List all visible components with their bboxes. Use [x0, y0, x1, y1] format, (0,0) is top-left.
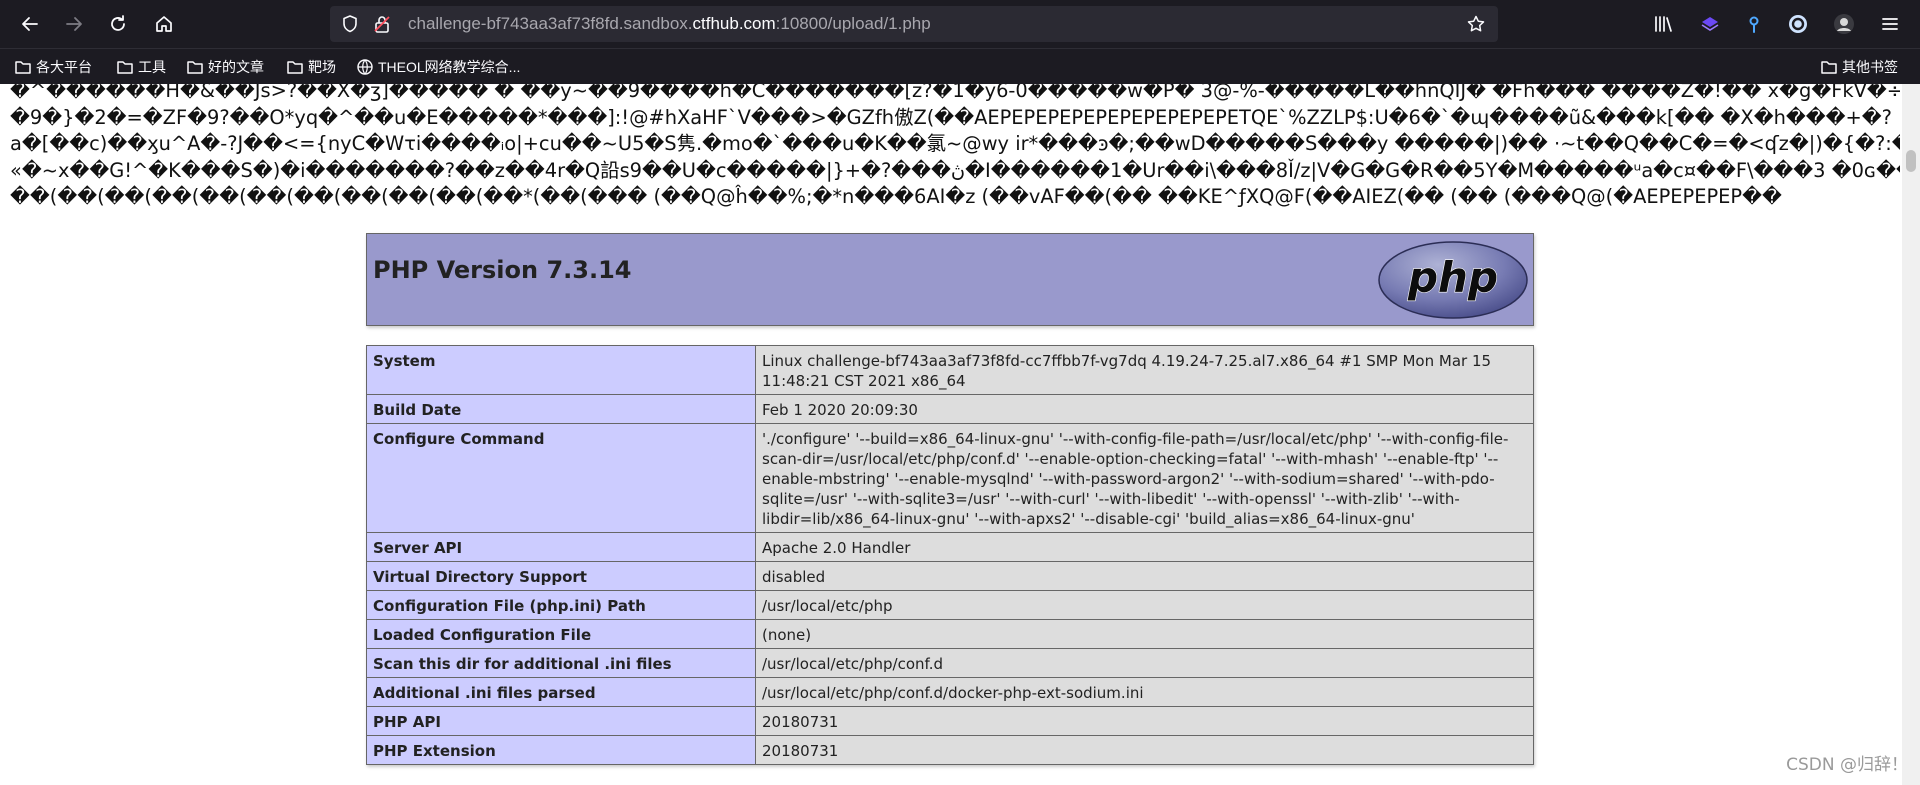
- csdn-watermark: CSDN @归辞！: [1786, 755, 1908, 775]
- bookmark-label: 靶场: [308, 59, 336, 75]
- folder-icon: [187, 61, 203, 74]
- arrow-left-icon: [22, 17, 38, 31]
- arrow-right-icon: [66, 17, 82, 31]
- info-value: /usr/local/etc/php: [755, 590, 1534, 620]
- info-value: Apache 2.0 Handler: [755, 532, 1534, 562]
- info-key: Configure Command: [366, 423, 756, 533]
- extension-stack-icon[interactable]: [1698, 12, 1722, 36]
- folder-icon: [287, 61, 303, 74]
- table-row: Build Date Feb 1 2020 20:09:30: [366, 394, 1534, 424]
- bookmark-label: 工具: [138, 59, 166, 75]
- info-value: /usr/local/etc/php/conf.d/docker-php-ext…: [755, 677, 1534, 707]
- avatar-icon[interactable]: [1832, 12, 1856, 36]
- info-key: Additional .ini files parsed: [366, 677, 756, 707]
- url-domain: ctfhub.com: [692, 14, 776, 33]
- extension-ring-icon[interactable]: [1786, 12, 1810, 36]
- bookmark-folder-1[interactable]: 各大平台: [14, 49, 92, 85]
- info-value: 20180731: [755, 735, 1534, 765]
- bookmark-label: 好的文章: [208, 59, 264, 75]
- garbled-line: �^������H�&��Js>?��X�ʒ]����� � ��y~��9��…: [10, 84, 1900, 102]
- scrollbar-thumb[interactable]: [1906, 150, 1916, 172]
- garbled-line: �9�}�2�=�ZF�9?��O*yq�^��u�E�����*���]:!@…: [10, 105, 1892, 129]
- folder-icon: [15, 61, 31, 74]
- forward-button[interactable]: [58, 8, 90, 40]
- info-value: Linux challenge-bf743aa3af73f8fd-cc7ffbb…: [755, 345, 1534, 395]
- info-key: Build Date: [366, 394, 756, 424]
- bookmarks-toolbar: 各大平台 工具 好的文章 靶场 THEOL网络教学综合... 其他书签: [0, 48, 1920, 85]
- info-key: System: [366, 345, 756, 395]
- info-value: Feb 1 2020 20:09:30: [755, 394, 1534, 424]
- garbled-binary-output: �^������H�&��Js>?��X�ʒ]����� � ��y~��9��…: [10, 84, 1900, 211]
- table-row: Configuration File (php.ini) Path /usr/l…: [366, 590, 1534, 620]
- table-row: System Linux challenge-bf743aa3af73f8fd-…: [366, 345, 1534, 395]
- lock-warning-icon[interactable]: [372, 14, 392, 34]
- info-key: Server API: [366, 532, 756, 562]
- url-suffix: :10800/upload/1.php: [775, 14, 931, 33]
- other-bookmarks-label: 其他书签: [1842, 59, 1898, 75]
- folder-icon: [1821, 61, 1837, 74]
- garbled-line: ��(��(��(��(��(��(��(��(��(��(��*(��(���…: [10, 185, 1782, 208]
- browser-toolbar: challenge-bf743aa3af73f8fd.sandbox.ctfhu…: [0, 0, 1920, 48]
- php-version-header: PHP Version 7.3.14 php: [366, 233, 1534, 326]
- info-value: /usr/local/etc/php/conf.d: [755, 648, 1534, 678]
- url-prefix: challenge-bf743aa3af73f8fd.sandbox.: [408, 14, 693, 33]
- location-pin-icon[interactable]: [1742, 12, 1766, 36]
- bookmark-star-icon[interactable]: [1466, 14, 1486, 34]
- other-bookmarks[interactable]: 其他书签: [1820, 49, 1898, 85]
- bookmark-folder-4[interactable]: 靶场: [286, 49, 336, 85]
- table-row: PHP Extension 20180731: [366, 735, 1534, 765]
- table-row: Configure Command './configure' '--build…: [366, 423, 1534, 533]
- php-logo-icon[interactable]: php: [1377, 240, 1529, 320]
- table-row: Server API Apache 2.0 Handler: [366, 532, 1534, 562]
- garbled-line: a�[��c)��ӽu^A�-?J��<={nyC�Wτi����ᵢo|+cu�…: [10, 132, 1900, 155]
- phpinfo-content: PHP Version 7.3.14 php System Linux chal…: [366, 233, 1534, 765]
- shield-icon[interactable]: [340, 14, 360, 34]
- menu-icon[interactable]: [1878, 12, 1902, 36]
- vertical-scrollbar[interactable]: [1902, 84, 1920, 785]
- info-value: './configure' '--build=x86_64-linux-gnu'…: [755, 423, 1534, 533]
- reload-icon: [111, 15, 125, 31]
- info-key: Virtual Directory Support: [366, 561, 756, 591]
- home-button[interactable]: [148, 8, 180, 40]
- info-key: Configuration File (php.ini) Path: [366, 590, 756, 620]
- back-button[interactable]: [14, 8, 46, 40]
- bookmark-label: 各大平台: [36, 59, 92, 75]
- info-value: 20180731: [755, 706, 1534, 736]
- info-key: Scan this dir for additional .ini files: [366, 648, 756, 678]
- url-text[interactable]: challenge-bf743aa3af73f8fd.sandbox.ctfhu…: [408, 6, 931, 42]
- info-value: (none): [755, 619, 1534, 649]
- bookmark-folder-3[interactable]: 好的文章: [186, 49, 264, 85]
- reload-button[interactable]: [102, 8, 134, 40]
- bookmark-folder-2[interactable]: 工具: [116, 49, 166, 85]
- table-row: Scan this dir for additional .ini files …: [366, 648, 1534, 678]
- info-value: disabled: [755, 561, 1534, 591]
- bookmark-link-theol[interactable]: THEOL网络教学综合...: [356, 49, 520, 85]
- info-key: Loaded Configuration File: [366, 619, 756, 649]
- php-info-table: System Linux challenge-bf743aa3af73f8fd-…: [366, 345, 1534, 765]
- info-key: PHP API: [366, 706, 756, 736]
- library-icon[interactable]: [1652, 12, 1676, 36]
- svg-text:php: php: [1407, 253, 1498, 302]
- info-key: PHP Extension: [366, 735, 756, 765]
- table-row: Loaded Configuration File (none): [366, 619, 1534, 649]
- globe-icon: [357, 59, 373, 75]
- table-row: Virtual Directory Support disabled: [366, 561, 1534, 591]
- php-version-title: PHP Version 7.3.14: [373, 256, 632, 284]
- table-row: Additional .ini files parsed /usr/local/…: [366, 677, 1534, 707]
- page-viewport: �^������H�&��Js>?��X�ʒ]����� � ��y~��9��…: [0, 84, 1902, 785]
- table-row: PHP API 20180731: [366, 706, 1534, 736]
- home-icon: [156, 16, 172, 32]
- url-bar[interactable]: challenge-bf743aa3af73f8fd.sandbox.ctfhu…: [330, 6, 1498, 42]
- bookmark-label: THEOL网络教学综合...: [378, 59, 521, 75]
- garbled-line: «�~x��G!^�K���S�)�i�������?��z��4r�Q䛇s9�…: [10, 158, 1900, 182]
- folder-icon: [117, 61, 133, 74]
